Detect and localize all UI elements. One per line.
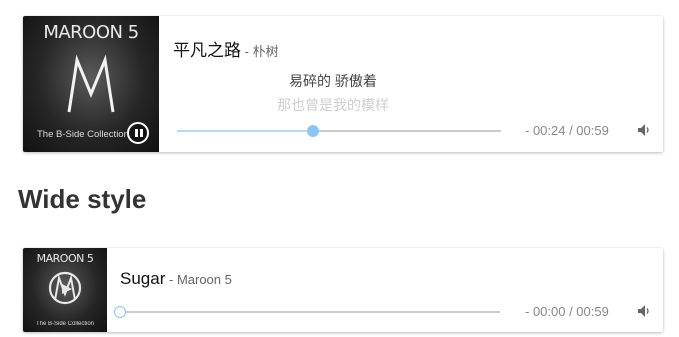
progress-thumb[interactable] bbox=[114, 306, 126, 318]
cover-subtitle: The B-Side Collection bbox=[35, 321, 95, 327]
song-title: Sugar bbox=[120, 269, 166, 288]
cover-brand-text: MAROON 5 bbox=[43, 22, 139, 43]
progress-thumb[interactable] bbox=[307, 125, 320, 137]
time-display: - 00:00 / 00:59 bbox=[525, 304, 609, 319]
album-cover: MAROON 5 The B-Side Collection bbox=[23, 16, 159, 152]
album-cover[interactable]: MAROON 5 The B-Side Collection bbox=[23, 248, 107, 332]
progress-bar[interactable] bbox=[114, 306, 500, 318]
speaker-icon[interactable] bbox=[638, 305, 652, 317]
cover-brand-text: MAROON 5 bbox=[36, 252, 94, 265]
music-player: MAROON 5 The B-Side Collection 平凡之路 - 朴树… bbox=[23, 16, 663, 152]
speaker-icon[interactable] bbox=[638, 124, 652, 136]
music-player-wide: MAROON 5 The B-Side Collection Sugar - M… bbox=[23, 248, 663, 332]
progress-bar[interactable] bbox=[177, 125, 501, 137]
song-title: 平凡之路 bbox=[173, 41, 241, 60]
maroon5-crest-icon bbox=[48, 271, 82, 305]
pause-button[interactable] bbox=[127, 122, 149, 144]
section-heading: Wide style bbox=[18, 184, 147, 214]
song-author: Maroon 5 bbox=[176, 272, 232, 287]
title-separator: - bbox=[165, 272, 177, 287]
progress-played bbox=[177, 130, 314, 132]
maroon5-m-logo-icon bbox=[67, 54, 115, 113]
lyric-current-line: 易碎的 骄傲着 bbox=[289, 73, 377, 89]
song-info: 平凡之路 - 朴树 bbox=[173, 36, 279, 61]
lyric-next-line: 那也曾是我的模样 bbox=[277, 97, 389, 113]
song-author: 朴树 bbox=[252, 44, 279, 59]
song-info: Sugar - Maroon 5 bbox=[120, 269, 232, 289]
title-separator: - bbox=[241, 44, 253, 59]
time-display: - 00:24 / 00:59 bbox=[525, 123, 609, 138]
